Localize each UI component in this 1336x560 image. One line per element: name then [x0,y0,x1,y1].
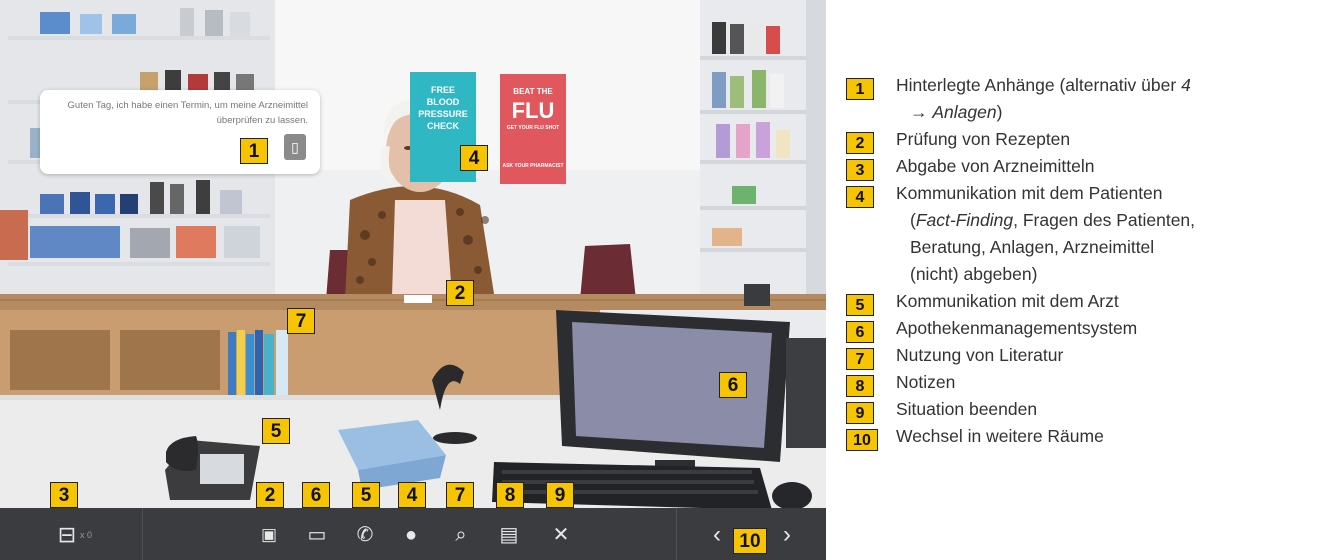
poster-line: BLOOD [426,97,460,107]
patient-icon[interactable]: ● [396,520,426,550]
badge-patient: 4 [460,145,488,171]
legend-badge: 9 [846,402,874,424]
badge-end-tool: 9 [546,482,574,508]
legend-item: 7 Nutzung von Literatur [846,342,1326,370]
legend-badge: 6 [846,321,874,343]
speech-bubble-text: Guten Tag, ich habe einen Termin, um mei… [67,100,308,126]
legend-text: (nicht) abgeben) [910,264,1038,284]
literature-search-icon[interactable]: ⌕ [446,520,476,550]
pharmacy-scene: FREE BLOOD PRESSURE CHECK BEAT THE FLU G… [0,0,826,560]
legend-text: Apothekenmanagementsystem [896,318,1138,338]
phone-doctor-icon[interactable]: ✆ [350,520,380,550]
badge-literature-tool: 7 [446,482,474,508]
legend-item: 5 Kommunikation mit dem Arzt [846,288,1326,316]
legend-badge: 4 [846,186,874,208]
poster-line: ASK YOUR PHARMACIST [502,163,564,169]
badge-pms: 6 [719,372,747,398]
badge-literature: 7 [287,308,315,334]
legend-text: Hinterlegte Anhänge (alternativ über [896,75,1177,95]
badge-dispense: 3 [50,482,78,508]
legend-item: 10 Wechsel in weitere Räume [846,423,1326,451]
poster-line: BEAT THE [513,87,553,96]
poster-flu: BEAT THE FLU GET YOUR FLU SHOT ASK YOUR … [502,86,564,170]
legend-text: Notizen [896,372,956,392]
legend-text: Kommunikation mit dem Patienten [896,183,1163,203]
legend-item: 3 Abgabe von Arzneimitteln [846,153,1326,181]
legend: 1 Hinterlegte Anhänge (alternativ über 4… [846,72,1326,451]
legend-badge: 3 [846,159,874,181]
poster-line: GET YOUR FLU SHOT [506,125,560,131]
legend-item: 9 Situation beenden [846,396,1326,424]
notes-icon[interactable]: ▤ [494,520,524,550]
legend-text: Abgabe von Arzneimitteln [896,156,1095,176]
legend-text-italic: Fact-Finding [915,210,1014,230]
legend-text-italic: 4 [1181,75,1191,95]
legend-text: Situation beenden [896,399,1038,419]
legend-text: Prüfung von Rezepten [896,129,1071,149]
separator [676,508,677,560]
legend-item: 6 Apothekenmanagementsystem [846,315,1326,343]
legend-badge: 7 [846,348,874,370]
close-icon[interactable]: ✕ [546,520,576,550]
badge-prescription: 2 [446,280,474,306]
legend-text: Nutzung von Literatur [896,345,1064,365]
attachment-icon[interactable]: ▯ [284,134,306,160]
legend-item: 4 Kommunikation mit dem Patienten (Fact-… [846,180,1326,288]
separator [142,508,143,560]
legend-item: 1 Hinterlegte Anhänge (alternativ über 4… [846,72,1326,126]
legend-text: Kommunikation mit dem Arzt [896,291,1119,311]
legend-text-italic: Anlagen [932,102,997,122]
legend-badge: 8 [846,375,874,397]
arrow-icon: → [910,102,928,122]
poster-line: FREE [430,85,455,95]
legend-item: 2 Prüfung von Rezepten [846,126,1326,154]
badge-notes-tool: 8 [496,482,524,508]
dispense-icon[interactable]: ⊟ [52,520,82,550]
badge-prescription-tool: 2 [256,482,284,508]
poster-line: PRESSURE [418,109,468,119]
badge-doctor: 5 [262,418,290,444]
legend-badge: 2 [846,132,874,154]
monitor-icon[interactable]: ▭ [302,520,332,550]
poster-line: CHECK [426,121,459,131]
legend-text: , Fragen des Patienten, [1013,210,1196,230]
chevron-right-icon[interactable]: › [772,520,802,550]
legend-badge: 5 [846,294,874,316]
badge-rooms: 10 [733,528,767,554]
legend-badge: 10 [846,429,878,451]
legend-text: ) [996,102,1003,122]
speech-bubble: Guten Tag, ich habe einen Termin, um mei… [40,90,320,174]
legend-item: 8 Notizen [846,369,1326,397]
legend-badge: 1 [846,78,874,100]
chevron-left-icon[interactable]: ‹ [702,520,732,550]
badge-attachments: 1 [240,138,268,164]
poster-line: FLU [511,98,555,123]
badge-pms-tool: 6 [302,482,330,508]
poster-blood-pressure: FREE BLOOD PRESSURE CHECK [412,84,474,132]
legend-text: Beratung, Anlagen, Arzneimittel [910,237,1155,257]
legend-text: Wechsel in weitere Räume [896,426,1104,446]
badge-patient-tool: 4 [398,482,426,508]
prescription-check-icon[interactable]: ▣ [254,520,284,550]
bottom-toolbar: ⊟ x 0 ▣ ▭ ✆ ● ⌕ ▤ ✕ ‹ › [0,508,826,560]
dispense-count: x 0 [80,530,93,540]
badge-doctor-tool: 5 [352,482,380,508]
